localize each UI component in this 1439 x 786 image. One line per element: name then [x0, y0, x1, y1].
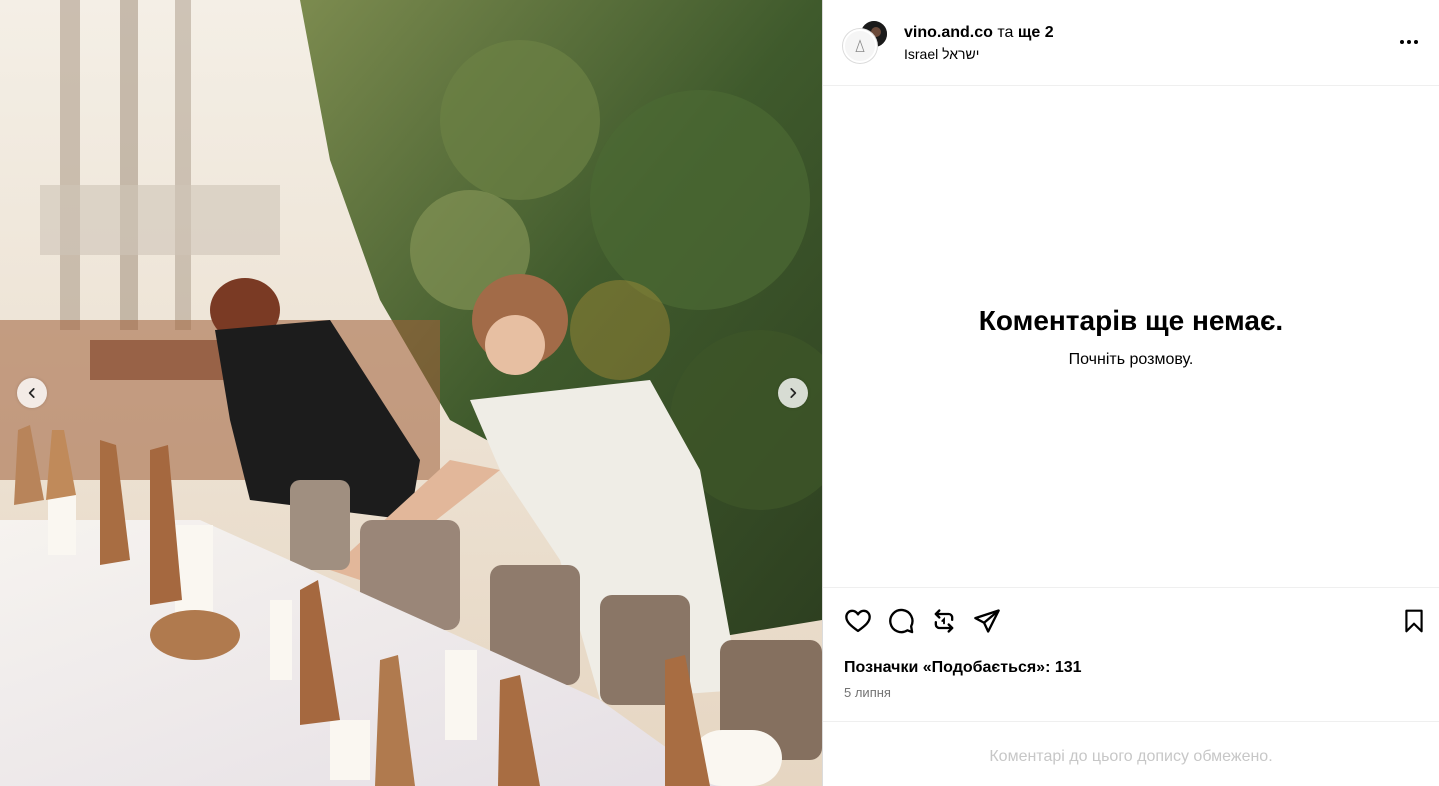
post-media	[0, 0, 822, 786]
heart-icon	[845, 609, 871, 633]
post-header: vino.and.co та ще 2 Israel ישראל	[823, 0, 1439, 86]
comment-icon	[889, 608, 914, 634]
carousel-next-button[interactable]	[778, 378, 808, 408]
more-authors-link[interactable]: ще 2	[1018, 24, 1054, 41]
more-options-button[interactable]	[1397, 30, 1421, 54]
avatar[interactable]	[843, 28, 877, 63]
no-comments-subtitle: Почніть розмову.	[1068, 350, 1194, 368]
no-comments-title: Коментарів ще немає.	[978, 304, 1284, 336]
author-username[interactable]: vino.and.co	[904, 24, 993, 41]
action-icons	[843, 606, 1002, 636]
comment-button[interactable]	[886, 606, 916, 636]
save-button[interactable]	[1399, 606, 1429, 636]
author-avatars[interactable]	[843, 18, 891, 67]
send-icon	[974, 609, 1000, 633]
location-link[interactable]: Israel ישראל	[904, 46, 1054, 62]
comments-restricted-notice: Коментарі до цього допису обмежено.	[989, 748, 1273, 765]
bookmark-icon	[1405, 609, 1423, 633]
header-text: vino.and.co та ще 2 Israel ישראל	[904, 23, 1054, 62]
carousel-prev-button[interactable]	[17, 378, 47, 408]
repost-icon	[934, 609, 954, 633]
post-modal: vino.and.co та ще 2 Israel ישראל Комента…	[0, 0, 1439, 786]
chevron-right-icon	[790, 388, 797, 398]
repost-button[interactable]	[929, 606, 959, 636]
post-side-panel: vino.and.co та ще 2 Israel ישראל Комента…	[822, 0, 1439, 786]
likes-count[interactable]: Позначки «Подобається»: 131	[844, 659, 1082, 677]
author-line: vino.and.co та ще 2	[904, 23, 1054, 43]
comments-area: Коментарів ще немає. Почніть розмову.	[823, 86, 1439, 588]
post-actions: Позначки «Подобається»: 131 5 липня	[823, 588, 1439, 722]
post-date[interactable]: 5 липня	[844, 685, 891, 700]
author-conjunction: та	[997, 24, 1014, 41]
chevron-left-icon	[28, 388, 35, 398]
more-horizontal-icon	[1400, 40, 1418, 44]
share-button[interactable]	[972, 606, 1002, 636]
post-photo	[0, 0, 822, 786]
like-button[interactable]	[843, 606, 873, 636]
